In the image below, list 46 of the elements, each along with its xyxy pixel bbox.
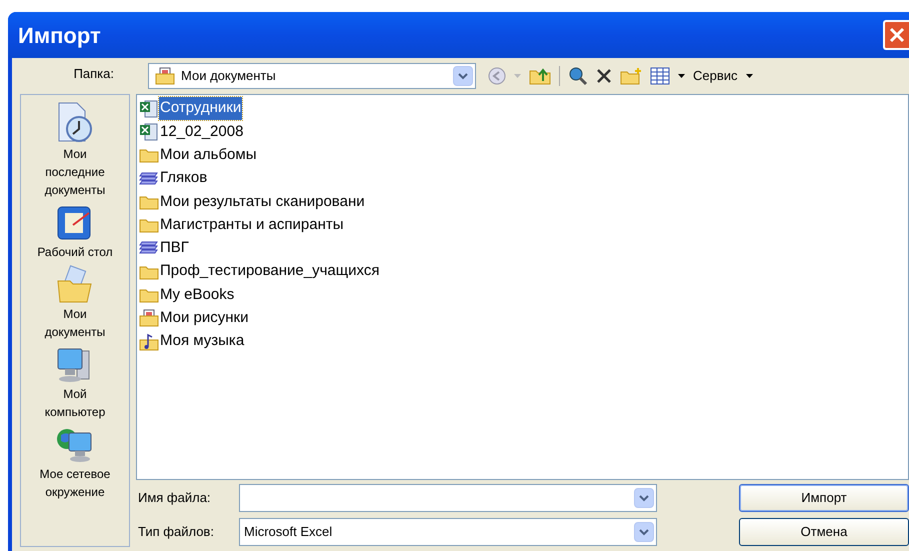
picture-folder-icon [155,67,175,85]
file-item[interactable]: Проф_тестирование_учащихся [159,260,380,283]
tools-menu[interactable]: Сервис [693,66,753,86]
file-type-label: Тип файлов: [137,523,215,542]
dialog-button[interactable]: Отмена [739,518,909,546]
places-item[interactable]: Мое сетевое окружение [21,425,129,501]
file-item[interactable]: Мои результаты сканировани [159,190,366,214]
folder-icon [139,194,159,210]
file-item[interactable]: My eBooks [159,284,236,306]
file-item[interactable]: Магистранты и аспиранты [159,214,345,236]
file-item[interactable]: Гляков [159,167,208,190]
folder-dropdown[interactable]: Мои документы [148,63,476,89]
folder-icon [139,147,159,164]
file-item[interactable]: 12_02_2008 [159,120,244,144]
caret-icon [746,74,753,78]
close-icon [889,27,905,43]
file-item[interactable]: Мои альбомы [159,144,258,166]
folder-label: Папка: [72,65,115,84]
picture-folder-icon [139,309,159,328]
dialog-button[interactable]: Импорт [739,484,909,512]
delete-icon[interactable] [596,68,612,84]
file-name-field[interactable] [239,484,657,512]
search-web-icon[interactable] [568,66,588,86]
file-name-label: Имя файла: [137,489,212,508]
folder-up-icon[interactable] [529,67,551,85]
file-item[interactable]: ПВГ [159,237,190,260]
spreadsheet-icon [139,100,159,118]
places-item[interactable]: Рабочий стол [21,203,129,261]
places-item[interactable]: Мои последние документы [21,101,129,199]
folder-icon [139,287,159,304]
view-grid-icon[interactable] [650,67,670,85]
window-title: Импорт [18,22,101,50]
stacked-pages-icon [139,170,159,187]
places-item[interactable]: Мой компьютер [21,345,129,421]
places-item[interactable]: Мои документы [21,265,129,341]
folder-icon [139,217,159,234]
stacked-pages-icon [139,240,159,256]
file-type-dropdown[interactable]: Microsoft Excel [239,518,657,546]
music-folder-icon [139,332,159,351]
caret-icon[interactable] [678,74,685,78]
file-item[interactable]: Сотрудники [159,97,242,120]
close-button[interactable] [883,20,909,50]
file-item[interactable]: Мои рисунки [159,307,250,330]
file-item[interactable]: Моя музыка [159,330,246,353]
folder-icon [139,264,159,280]
spreadsheet-icon [139,122,159,141]
